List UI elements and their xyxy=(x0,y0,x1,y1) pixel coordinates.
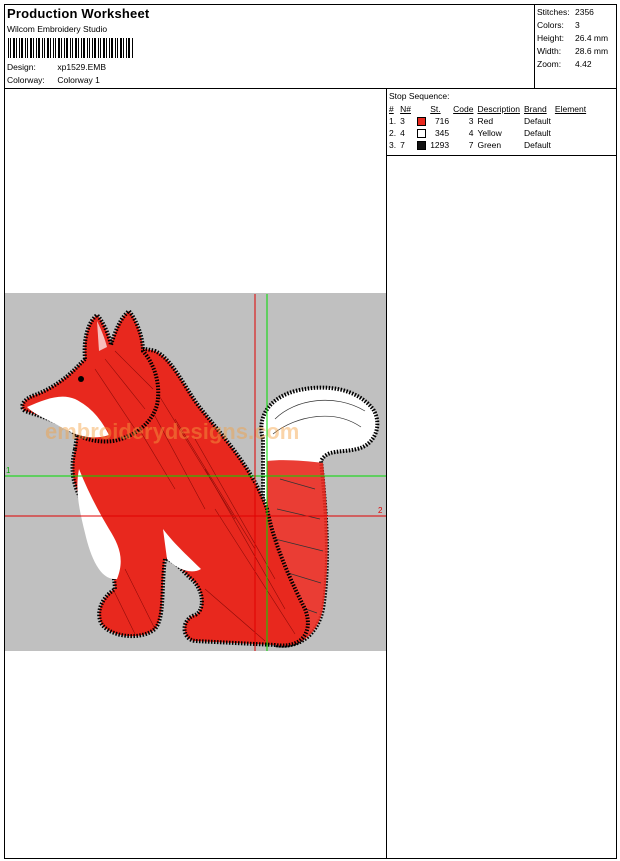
table-row: 1. 3 716 3 Red Default xyxy=(387,115,588,127)
stat-value: 26.4 mm xyxy=(575,33,609,43)
fox-eye xyxy=(78,376,84,382)
colorway-value: Colorway 1 xyxy=(57,75,100,85)
row-index: 1. xyxy=(389,116,397,126)
axis-label-1: 1 xyxy=(6,466,11,475)
stat-label: Colors: xyxy=(537,20,564,30)
color-code: 3 xyxy=(468,116,474,126)
thread-brand: Default xyxy=(523,128,551,138)
thread-brand: Default xyxy=(523,140,551,150)
design-preview: embroiderydesigns.com 1 2 xyxy=(5,293,386,651)
color-swatch xyxy=(417,141,427,151)
stat-label: Height: xyxy=(537,33,564,43)
color-swatch xyxy=(417,117,427,127)
software-name: Wilcom Embroidery Studio xyxy=(7,24,108,34)
stat-value: 28.6 mm xyxy=(575,46,609,56)
colorway-row: Colorway: Colorway 1 xyxy=(7,75,100,85)
column-header-index: # xyxy=(389,104,394,114)
stitch-count: 345 xyxy=(434,128,450,138)
column-header-needle: N# xyxy=(400,104,411,114)
watermark-text: embroiderydesigns.com xyxy=(45,419,299,444)
axis-label-2: 2 xyxy=(378,506,383,515)
column-header-code: Code xyxy=(453,104,474,114)
stitch-count: 1293 xyxy=(430,140,450,150)
column-header-stitches: St. xyxy=(430,104,441,114)
design-stats: Stitches: 2356 Colors: 3 Height: 26.4 mm Wi… xyxy=(534,5,617,88)
column-header-element: Element xyxy=(554,104,587,114)
color-code: 7 xyxy=(468,140,474,150)
needle-cell: 4 xyxy=(398,127,428,139)
row-index: 3. xyxy=(389,140,397,150)
stat-width: Width: 28.6 mm xyxy=(537,46,608,56)
stat-label: Zoom: xyxy=(537,59,562,69)
worksheet-header: Production Worksheet Wilcom Embroidery S… xyxy=(5,5,616,89)
colorway-label: Colorway: xyxy=(7,75,45,85)
design-label: Design: xyxy=(7,62,36,72)
row-index: 2. xyxy=(389,128,397,138)
needle-number: 3 xyxy=(400,115,405,126)
color-description: Yellow xyxy=(477,128,502,138)
column-header-brand: Brand xyxy=(523,104,547,114)
needle-cell: 3 xyxy=(398,115,428,127)
needle-number: 7 xyxy=(400,139,405,150)
thread-brand: Default xyxy=(523,116,551,126)
design-preview-panel: embroiderydesigns.com 1 2 xyxy=(5,89,387,858)
stat-zoom: Zoom: 4.42 xyxy=(537,59,592,69)
stat-value: 3 xyxy=(575,20,580,30)
design-filename: xp1529.EMB xyxy=(57,62,107,72)
stat-stitches: Stitches: 2356 xyxy=(537,7,594,17)
color-description: Red xyxy=(477,116,494,126)
element-type xyxy=(553,139,588,151)
stat-height: Height: 26.4 mm xyxy=(537,33,608,43)
column-header-description: Description xyxy=(477,104,520,114)
stat-label: Stitches: xyxy=(537,7,570,17)
needle-cell: 7 xyxy=(398,139,428,151)
color-code: 4 xyxy=(468,128,474,138)
worksheet-title: Production Worksheet xyxy=(7,6,150,21)
design-row: Design: xp1529.EMB xyxy=(7,62,106,72)
color-description: Green xyxy=(477,140,502,150)
worksheet-page: Production Worksheet Wilcom Embroidery S… xyxy=(4,4,617,859)
element-type xyxy=(553,115,588,127)
stat-value: 2356 xyxy=(575,7,594,17)
stitch-count: 716 xyxy=(434,116,450,126)
color-swatch xyxy=(417,129,427,139)
stop-table-header: # N# St. Code Description Brand Element xyxy=(387,103,588,115)
stop-sequence-panel: Stop Sequence: # N# St. Code Description… xyxy=(387,89,616,156)
element-type xyxy=(553,127,588,139)
table-row: 3. 7 1293 7 Green Default xyxy=(387,139,588,151)
stop-sequence-table: # N# St. Code Description Brand Element … xyxy=(387,103,588,151)
barcode-icon xyxy=(8,38,133,58)
stat-label: Width: xyxy=(537,46,562,56)
needle-number: 4 xyxy=(400,127,405,138)
table-row: 2. 4 345 4 Yellow Default xyxy=(387,127,588,139)
stop-sequence-title: Stop Sequence: xyxy=(389,91,450,101)
stat-colors: Colors: 3 xyxy=(537,20,580,30)
stat-value: 4.42 xyxy=(575,59,592,69)
